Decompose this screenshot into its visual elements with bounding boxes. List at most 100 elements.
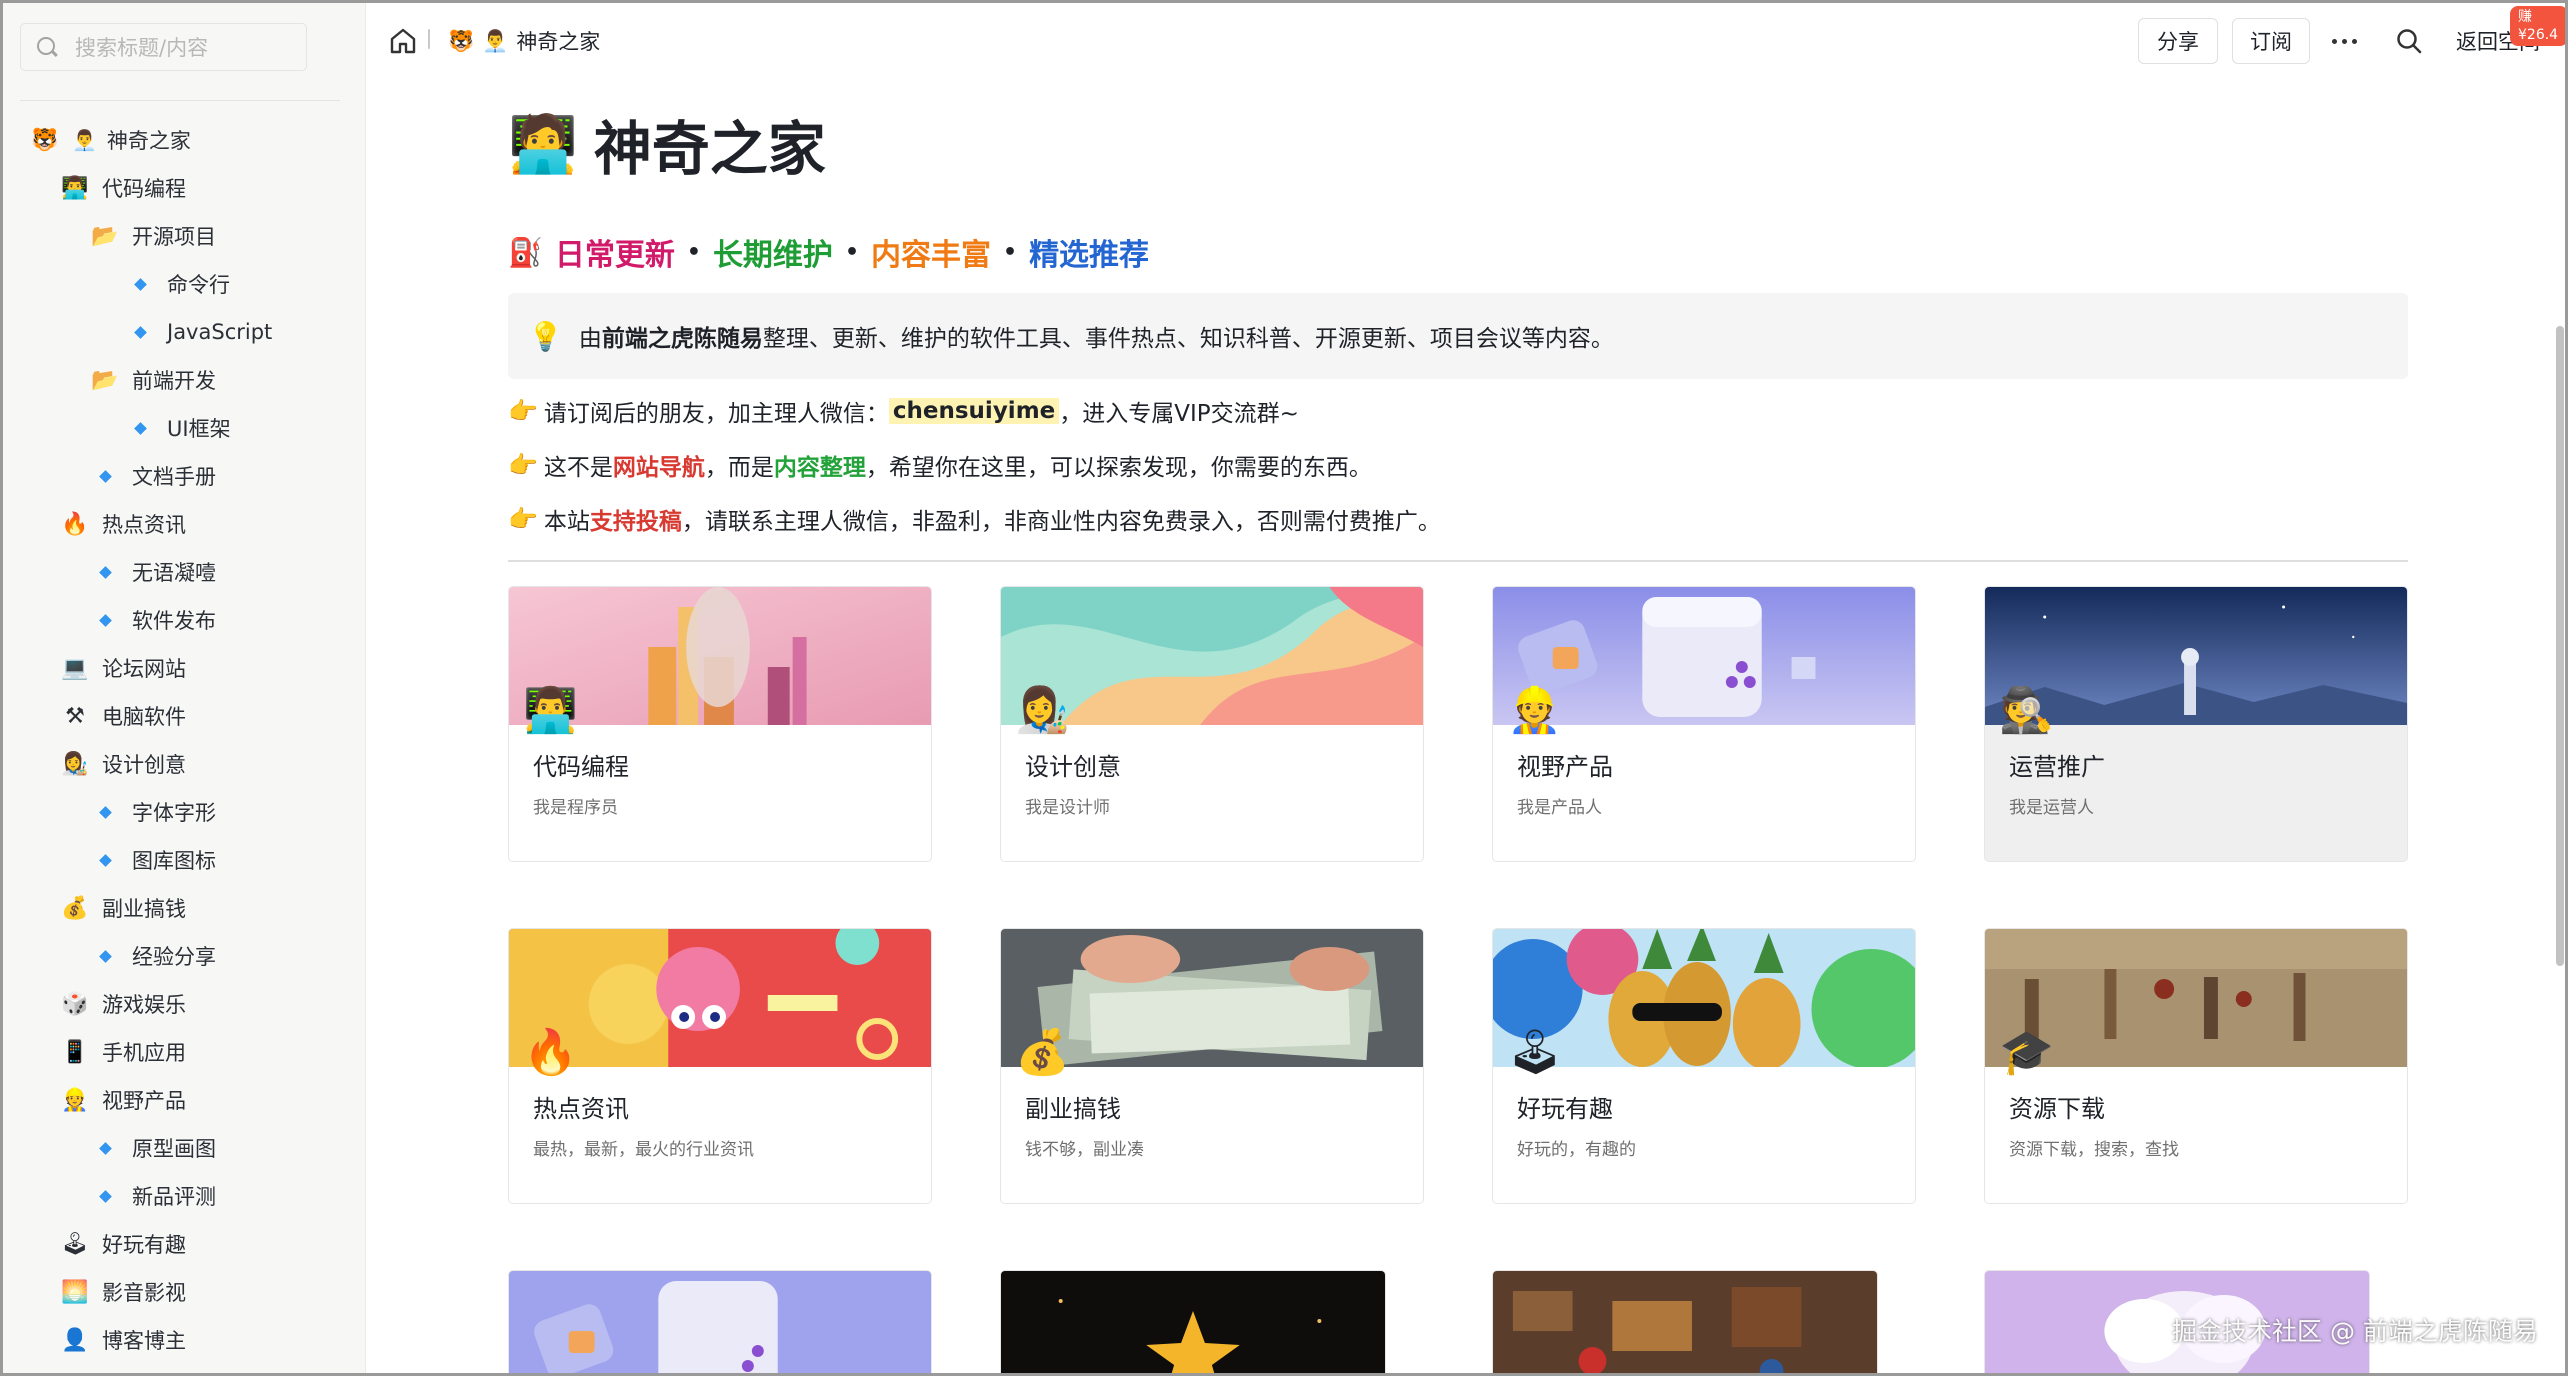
sidebar-search[interactable]: 搜索标题/内容 (20, 23, 307, 71)
divider (20, 100, 340, 101)
sidebar-item[interactable]: 文档手册 (0, 452, 365, 500)
sidebar-item[interactable]: 👩‍🎨 设计创意 (0, 740, 365, 788)
sidebar-item[interactable]: 无语凝噎 (0, 548, 365, 596)
card-side-income[interactable]: 💰 副业搞钱 钱不够，副业凑 (1000, 928, 1424, 1204)
breadcrumb[interactable]: 🐯 👨‍💼 神奇之家 (448, 26, 600, 56)
coder-icon: 👨‍💻 (523, 685, 578, 736)
item-icon: 📱 (61, 1039, 89, 1065)
sidebar-item[interactable]: 经验分享 (0, 932, 365, 980)
scrollbar[interactable] (2556, 326, 2564, 966)
card-cover-image (1001, 1271, 1385, 1376)
detective-icon: 🕵 (1999, 685, 2054, 736)
sidebar-item[interactable]: 原型画图 (0, 1124, 365, 1172)
card-hot-news[interactable]: 🔥 热点资讯 最热，最新，最火的行业资讯 (508, 928, 932, 1204)
tag-recommended: 精选推荐 (1029, 238, 1150, 273)
card-title: 热点资讯 (533, 1095, 629, 1123)
sidebar-item[interactable]: 🔥 热点资讯 (0, 500, 365, 548)
construction-worker-icon: 👷 (1507, 685, 1562, 736)
tiger-icon: 🐯 (448, 28, 475, 53)
sidebar-item[interactable]: 👤 博客博主 (0, 1316, 365, 1364)
fire-icon: 🔥 (523, 1027, 578, 1078)
sidebar-item[interactable]: 💰 副业搞钱 (0, 884, 365, 932)
card-fun[interactable]: 🕹 好玩有趣 好玩的，有趣的 (1492, 928, 1916, 1204)
card-product[interactable]: 👷 视野产品 我是产品人 (1492, 586, 1916, 862)
sidebar-item-label: 开源项目 (132, 225, 216, 249)
sidebar-item-label: 字体字形 (132, 801, 216, 825)
more-options-icon[interactable] (2324, 18, 2364, 64)
sidebar-item[interactable]: 软件发布 (0, 596, 365, 644)
bullet-icon (90, 805, 120, 819)
card-row3-3[interactable] (1492, 1270, 1878, 1376)
sidebar-item[interactable]: 图库图标 (0, 836, 365, 884)
sidebar-item[interactable]: 💻 论坛网站 (0, 644, 365, 692)
item-icon: 🐯 (31, 127, 59, 153)
sidebar-item[interactable]: 👨‍💻 代码编程 (0, 164, 365, 212)
card-coding[interactable]: 👨‍💻 代码编程 我是程序员 (508, 586, 932, 862)
card-title: 资源下载 (2009, 1095, 2105, 1123)
sidebar-item[interactable]: 命令行 (0, 260, 365, 308)
sidebar-item-label: 博客博主 (102, 1329, 186, 1353)
tag-daily-update: 日常更新 (554, 238, 675, 273)
card-title: 好玩有趣 (1517, 1095, 1613, 1123)
sidebar-item[interactable]: 👷 视野产品 (0, 1076, 365, 1124)
sidebar-item[interactable]: 新品评测 (0, 1172, 365, 1220)
sidebar-item-label: 设计创意 (102, 753, 186, 777)
breadcrumb-separator (428, 29, 430, 49)
bullet-icon (125, 421, 155, 435)
bullet-icon (125, 277, 155, 291)
sidebar-item-label: 软件发布 (132, 609, 216, 633)
card-subtitle: 好玩的，有趣的 (1517, 1140, 1636, 1160)
sidebar-item[interactable]: 📱 手机应用 (0, 1028, 365, 1076)
sidebar-item[interactable]: JavaScript (0, 308, 365, 356)
bullet-icon (90, 469, 120, 483)
sidebar-item-label: 论坛网站 (102, 657, 186, 681)
card-design[interactable]: 👩‍🎨 设计创意 我是设计师 (1000, 586, 1424, 862)
sidebar-item[interactable]: 🎲 游戏娱乐 (0, 980, 365, 1028)
share-earn-badge: 赚¥26.4 (2510, 6, 2568, 46)
sidebar-item-label: 热点资讯 (102, 513, 186, 537)
pointing-hand-icon: 👉 (508, 451, 538, 479)
card-title: 代码编程 (533, 753, 629, 781)
sidebar-item[interactable]: 🕹 好玩有趣 (0, 1220, 365, 1268)
sidebar-item[interactable]: 📂 开源项目 (0, 212, 365, 260)
person-icon: 👨‍💼 (482, 28, 509, 53)
item-icon: 📂 (91, 367, 119, 393)
item-icon: 🔥 (61, 511, 89, 537)
share-button[interactable]: 分享 (2138, 18, 2218, 64)
sidebar-item-label: 经验分享 (132, 945, 216, 969)
sidebar: 搜索标题/内容 🐯 👨‍💼 神奇之家 👨‍💻 代码编程 📂 开源项目 命令行 JavaScrip… (0, 0, 366, 1376)
highlight-submission: 支持投稿 (589, 509, 682, 535)
home-icon[interactable] (388, 26, 418, 56)
top-bar: 🐯 👨‍💼 神奇之家 赚¥26.4 分享 订阅 返回空间 (366, 0, 2568, 82)
sidebar-item[interactable]: UI框架 (0, 404, 365, 452)
line-text: ，进入专属VIP交流群~ (1059, 401, 1299, 427)
card-row3-2[interactable] (1000, 1270, 1386, 1376)
sidebar-item[interactable]: 字体字形 (0, 788, 365, 836)
bullet-icon (90, 1141, 120, 1155)
sidebar-item[interactable]: ⚒ 电脑软件 (0, 692, 365, 740)
line-text: ，请联系主理人微信，非盈利，非商业性内容免费录入，否则需付费推广。 (681, 509, 1441, 535)
money-bag-icon: 💰 (1015, 1027, 1070, 1078)
bullet-icon (90, 949, 120, 963)
bullet-icon (90, 853, 120, 867)
sidebar-item[interactable]: 📂 前端开发 (0, 356, 365, 404)
card-subtitle: 资源下载，搜索，查找 (2009, 1140, 2179, 1160)
card-title: 运营推广 (2009, 753, 2105, 781)
card-subtitle: 我是运营人 (2009, 798, 2094, 818)
subscribe-button[interactable]: 订阅 (2232, 18, 2310, 64)
watermark: 掘金技术社区 @ 前端之虎陈随易 (2172, 1317, 2538, 1346)
sidebar-item-label: 手机应用 (102, 1041, 186, 1065)
line-text: 本站 (543, 509, 590, 535)
sidebar-item[interactable]: 🐯 👨‍💼 神奇之家 (0, 116, 365, 164)
card-downloads[interactable]: 🎓 资源下载 资源下载，搜索，查找 (1984, 928, 2408, 1204)
sidebar-item-label: 图库图标 (132, 849, 216, 873)
search-icon[interactable] (2395, 27, 2423, 55)
search-icon (35, 35, 59, 59)
intro-callout: 💡 由前端之虎陈随易 整理、更新、维护的软件工具、事件热点、知识科普、开源更新、项… (508, 293, 2408, 379)
line-text: 请订阅后的朋友，加主理人微信： (543, 401, 889, 427)
sidebar-item[interactable]: 🌅 影音影视 (0, 1268, 365, 1316)
card-row3-1[interactable] (508, 1270, 932, 1376)
card-operations[interactable]: 🕵 运营推广 我是运营人 (1984, 586, 2408, 862)
item-icon: ⚒ (65, 703, 85, 729)
tag-separator: • (844, 239, 859, 265)
